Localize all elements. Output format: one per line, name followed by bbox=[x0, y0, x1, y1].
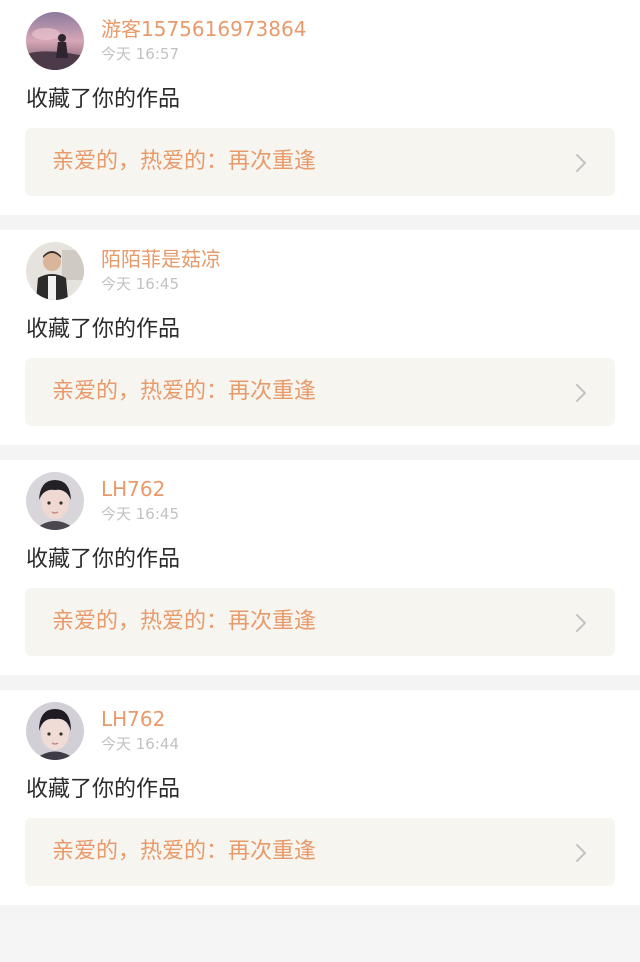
avatar-person-photo-icon bbox=[26, 242, 84, 300]
notification-item: 游客1575616973864 今天 16:57 收藏了你的作品 亲爱的，热爱的… bbox=[0, 0, 640, 215]
work-title: 亲爱的，热爱的：再次重逢 bbox=[52, 379, 317, 404]
avatar-pink-sky-icon bbox=[26, 12, 84, 70]
avatar[interactable] bbox=[26, 472, 84, 530]
action-text: 收藏了你的作品 bbox=[26, 317, 181, 342]
separator bbox=[0, 905, 640, 920]
action-text: 收藏了你的作品 bbox=[26, 777, 181, 802]
avatar-portrait-icon bbox=[26, 472, 84, 530]
work-title: 亲爱的，热爱的：再次重逢 bbox=[52, 839, 317, 864]
chevron-right-icon bbox=[576, 384, 586, 402]
timestamp: 今天 16:57 bbox=[101, 45, 179, 63]
notification-item: LH762 今天 16:45 收藏了你的作品 亲爱的，热爱的：再次重逢 bbox=[0, 460, 640, 675]
chevron-right-icon bbox=[576, 844, 586, 862]
timestamp: 今天 16:45 bbox=[101, 505, 179, 523]
work-link-card[interactable]: 亲爱的，热爱的：再次重逢 bbox=[25, 358, 615, 426]
username[interactable]: 陌陌菲是菇凉 bbox=[101, 246, 221, 272]
timestamp: 今天 16:44 bbox=[101, 735, 179, 753]
avatar-portrait-icon bbox=[26, 702, 84, 760]
avatar[interactable] bbox=[26, 242, 84, 300]
action-text: 收藏了你的作品 bbox=[26, 547, 181, 572]
work-title: 亲爱的，热爱的：再次重逢 bbox=[52, 149, 317, 174]
username[interactable]: 游客1575616973864 bbox=[101, 16, 306, 42]
action-text: 收藏了你的作品 bbox=[26, 87, 181, 112]
separator bbox=[0, 215, 640, 230]
notification-item: 陌陌菲是菇凉 今天 16:45 收藏了你的作品 亲爱的，热爱的：再次重逢 bbox=[0, 230, 640, 445]
username[interactable]: LH762 bbox=[101, 476, 165, 502]
timestamp: 今天 16:45 bbox=[101, 275, 179, 293]
username[interactable]: LH762 bbox=[101, 706, 165, 732]
work-link-card[interactable]: 亲爱的，热爱的：再次重逢 bbox=[25, 128, 615, 196]
work-link-card[interactable]: 亲爱的，热爱的：再次重逢 bbox=[25, 588, 615, 656]
separator bbox=[0, 445, 640, 460]
chevron-right-icon bbox=[576, 614, 586, 632]
chevron-right-icon bbox=[576, 154, 586, 172]
notification-item: LH762 今天 16:44 收藏了你的作品 亲爱的，热爱的：再次重逢 bbox=[0, 690, 640, 905]
avatar[interactable] bbox=[26, 12, 84, 70]
avatar[interactable] bbox=[26, 702, 84, 760]
notification-feed: 游客1575616973864 今天 16:57 收藏了你的作品 亲爱的，热爱的… bbox=[0, 0, 640, 920]
work-link-card[interactable]: 亲爱的，热爱的：再次重逢 bbox=[25, 818, 615, 886]
work-title: 亲爱的，热爱的：再次重逢 bbox=[52, 609, 317, 634]
separator bbox=[0, 675, 640, 690]
